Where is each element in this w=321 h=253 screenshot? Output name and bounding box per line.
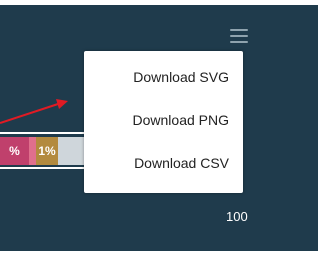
download-png-menu-item[interactable]: Download PNG	[84, 112, 243, 128]
download-svg-menu-item[interactable]: Download SVG	[84, 69, 243, 85]
download-csv-menu-item[interactable]: Download CSV	[84, 155, 243, 171]
export-menu: Download SVG Download PNG Download CSV	[84, 51, 243, 193]
